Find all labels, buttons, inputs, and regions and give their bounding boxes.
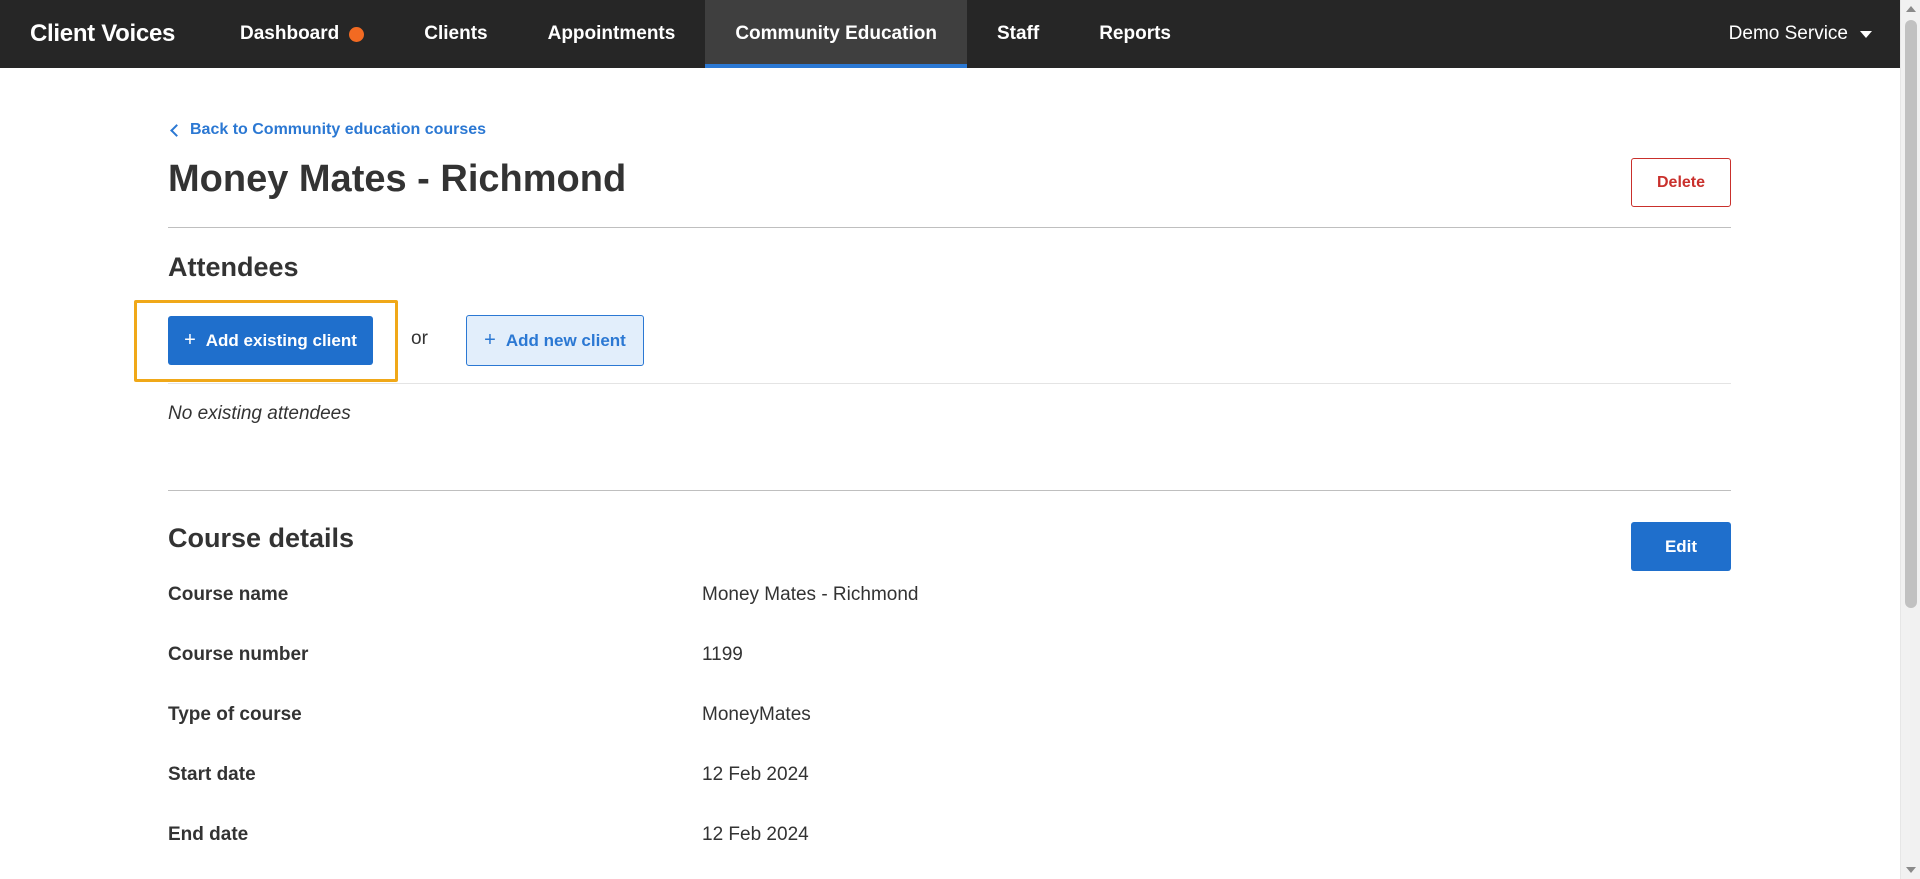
delete-button[interactable]: Delete: [1631, 158, 1731, 207]
divider: [168, 227, 1731, 228]
detail-label: End date: [168, 824, 249, 845]
scrollbar-thumb[interactable]: [1905, 20, 1917, 608]
nav-item-label: Staff: [996, 23, 1040, 44]
nav-item-appointments[interactable]: Appointments: [518, 0, 706, 68]
nav-item-label: Clients: [424, 23, 488, 44]
back-link-label: Back to Community education courses: [190, 121, 487, 138]
caret-down-icon: [1860, 30, 1872, 38]
detail-label: Course number: [168, 644, 309, 665]
add-new-client-label: Add new client: [505, 330, 626, 350]
nav-item-label: Appointments: [547, 23, 676, 44]
detail-value: 1199: [702, 644, 743, 665]
nav-item-dashboard[interactable]: Dashboard: [210, 0, 394, 68]
nav-item-label: Community Education: [735, 23, 937, 44]
top-navigation: Client Voices Dashboard Clients Appointm…: [0, 0, 1900, 68]
course-details-heading: Course details: [168, 523, 355, 553]
plus-icon: +: [184, 329, 196, 351]
page-title: Money Mates - Richmond: [168, 158, 627, 200]
detail-value: 12 Feb 2024: [702, 824, 809, 845]
brand-logo[interactable]: Client Voices: [0, 0, 200, 68]
chevron-left-icon: [170, 123, 183, 137]
nav-item-label: Reports: [1099, 23, 1171, 44]
detail-value: MoneyMates: [702, 704, 811, 725]
detail-label: Start date: [168, 764, 256, 785]
account-label: Demo Service: [1728, 23, 1848, 44]
add-existing-client-label: Add existing client: [205, 330, 357, 350]
nav-item-community-education[interactable]: Community Education: [705, 0, 967, 68]
back-link[interactable]: Back to Community education courses: [168, 121, 486, 139]
main-nav: Dashboard Clients Appointments Community…: [210, 0, 1201, 68]
detail-row-start-date: Start date 12 Feb 2024: [168, 764, 1368, 794]
notification-dot-icon: [349, 26, 365, 42]
add-existing-client-button[interactable]: + Add existing client: [168, 316, 373, 365]
plus-icon: +: [484, 329, 496, 351]
edit-button[interactable]: Edit: [1631, 522, 1731, 571]
detail-row-course-number: Course number 1199: [168, 644, 1368, 674]
page-scrollbar[interactable]: [1900, 0, 1920, 879]
scroll-up-arrow-icon[interactable]: [1906, 6, 1916, 12]
scroll-down-arrow-icon[interactable]: [1906, 867, 1916, 873]
divider: [168, 490, 1731, 491]
divider: [168, 383, 1731, 384]
attendees-heading: Attendees: [168, 252, 299, 282]
detail-label: Type of course: [168, 704, 302, 725]
nav-item-clients[interactable]: Clients: [394, 0, 517, 68]
detail-row-course-type: Type of course MoneyMates: [168, 704, 1368, 734]
empty-attendees-text: No existing attendees: [168, 403, 351, 424]
nav-item-reports[interactable]: Reports: [1069, 0, 1201, 68]
nav-item-staff[interactable]: Staff: [967, 0, 1069, 68]
detail-value: 12 Feb 2024: [702, 764, 809, 785]
account-menu[interactable]: Demo Service: [1729, 0, 1872, 68]
detail-label: Course name: [168, 584, 289, 605]
or-text: or: [411, 328, 428, 349]
detail-row-end-date: End date 12 Feb 2024: [168, 824, 1368, 854]
nav-item-label: Dashboard: [240, 23, 340, 44]
add-new-client-button[interactable]: + Add new client: [466, 315, 644, 366]
detail-row-course-name: Course name Money Mates - Richmond: [168, 584, 1368, 614]
detail-value: Money Mates - Richmond: [702, 584, 919, 605]
